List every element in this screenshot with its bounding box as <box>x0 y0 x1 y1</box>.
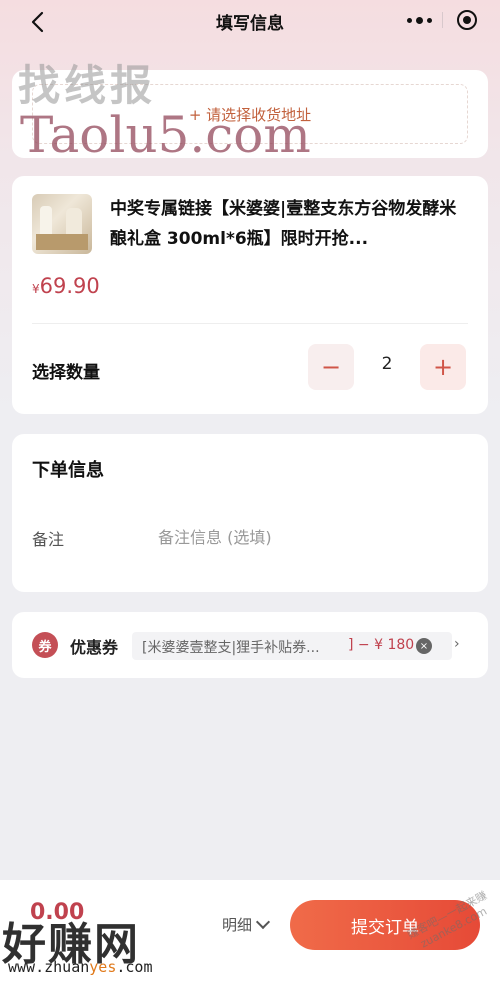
coupon-name: [米婆婆壹整支|狸手补贴券... <box>142 640 320 656</box>
watermark-top-cn: 找线报 <box>18 61 157 110</box>
clear-icon[interactable]: × <box>416 638 432 654</box>
quantity-minus-button[interactable]: − <box>308 344 354 390</box>
chevron-right-icon[interactable]: › <box>454 636 460 652</box>
product-title: 中奖专属链接【米婆婆|壹整支东方谷物发酵米酿礼盒 300ml*6瓶】限时开抢..… <box>110 199 457 249</box>
quantity-label: 选择数量 <box>32 363 100 383</box>
product-card: 中奖专属链接【米婆婆|壹整支东方谷物发酵米酿礼盒 300ml*6瓶】限时开抢..… <box>12 176 488 414</box>
mini-program-capsule <box>396 4 488 36</box>
capsule-divider <box>442 12 443 28</box>
coupon-discount: ] − ¥ 180 <box>348 637 415 653</box>
price-value: 69.90 <box>39 274 100 298</box>
coupon-chip[interactable]: [米婆婆壹整支|狸手补贴券... ] − ¥ 180 × <box>132 632 452 660</box>
order-info-title: 下单信息 <box>32 460 104 481</box>
price-currency: ¥ <box>32 282 40 296</box>
minus-icon: − <box>320 353 342 381</box>
note-input[interactable] <box>158 524 458 550</box>
watermark-top-en: Taolu5.com <box>20 106 311 164</box>
product-price: ¥69.90 <box>32 274 100 298</box>
order-info-card: 下单信息 备注 <box>12 434 488 592</box>
detail-button[interactable]: 明细 <box>222 914 271 935</box>
note-label: 备注 <box>32 530 65 549</box>
product-thumbnail <box>32 194 92 254</box>
quantity-value: 2 <box>381 354 393 374</box>
divider <box>32 323 468 324</box>
quantity-plus-button[interactable]: + <box>420 344 466 390</box>
watermark-bottom-url: www.zhuanyes.com <box>8 958 153 976</box>
coupon-label: 优惠券 <box>70 638 119 657</box>
detail-label: 明细 <box>222 916 253 934</box>
chevron-down-icon <box>255 914 271 929</box>
plus-icon: + <box>432 353 454 381</box>
close-target-icon[interactable] <box>456 9 478 31</box>
coupon-card[interactable]: 券 优惠券 [米婆婆壹整支|狸手补贴券... ] − ¥ 180 × › <box>12 612 488 678</box>
more-icon[interactable] <box>396 4 442 36</box>
nav-bar: 填写信息 <box>0 0 500 44</box>
coupon-icon: 券 <box>32 632 58 658</box>
